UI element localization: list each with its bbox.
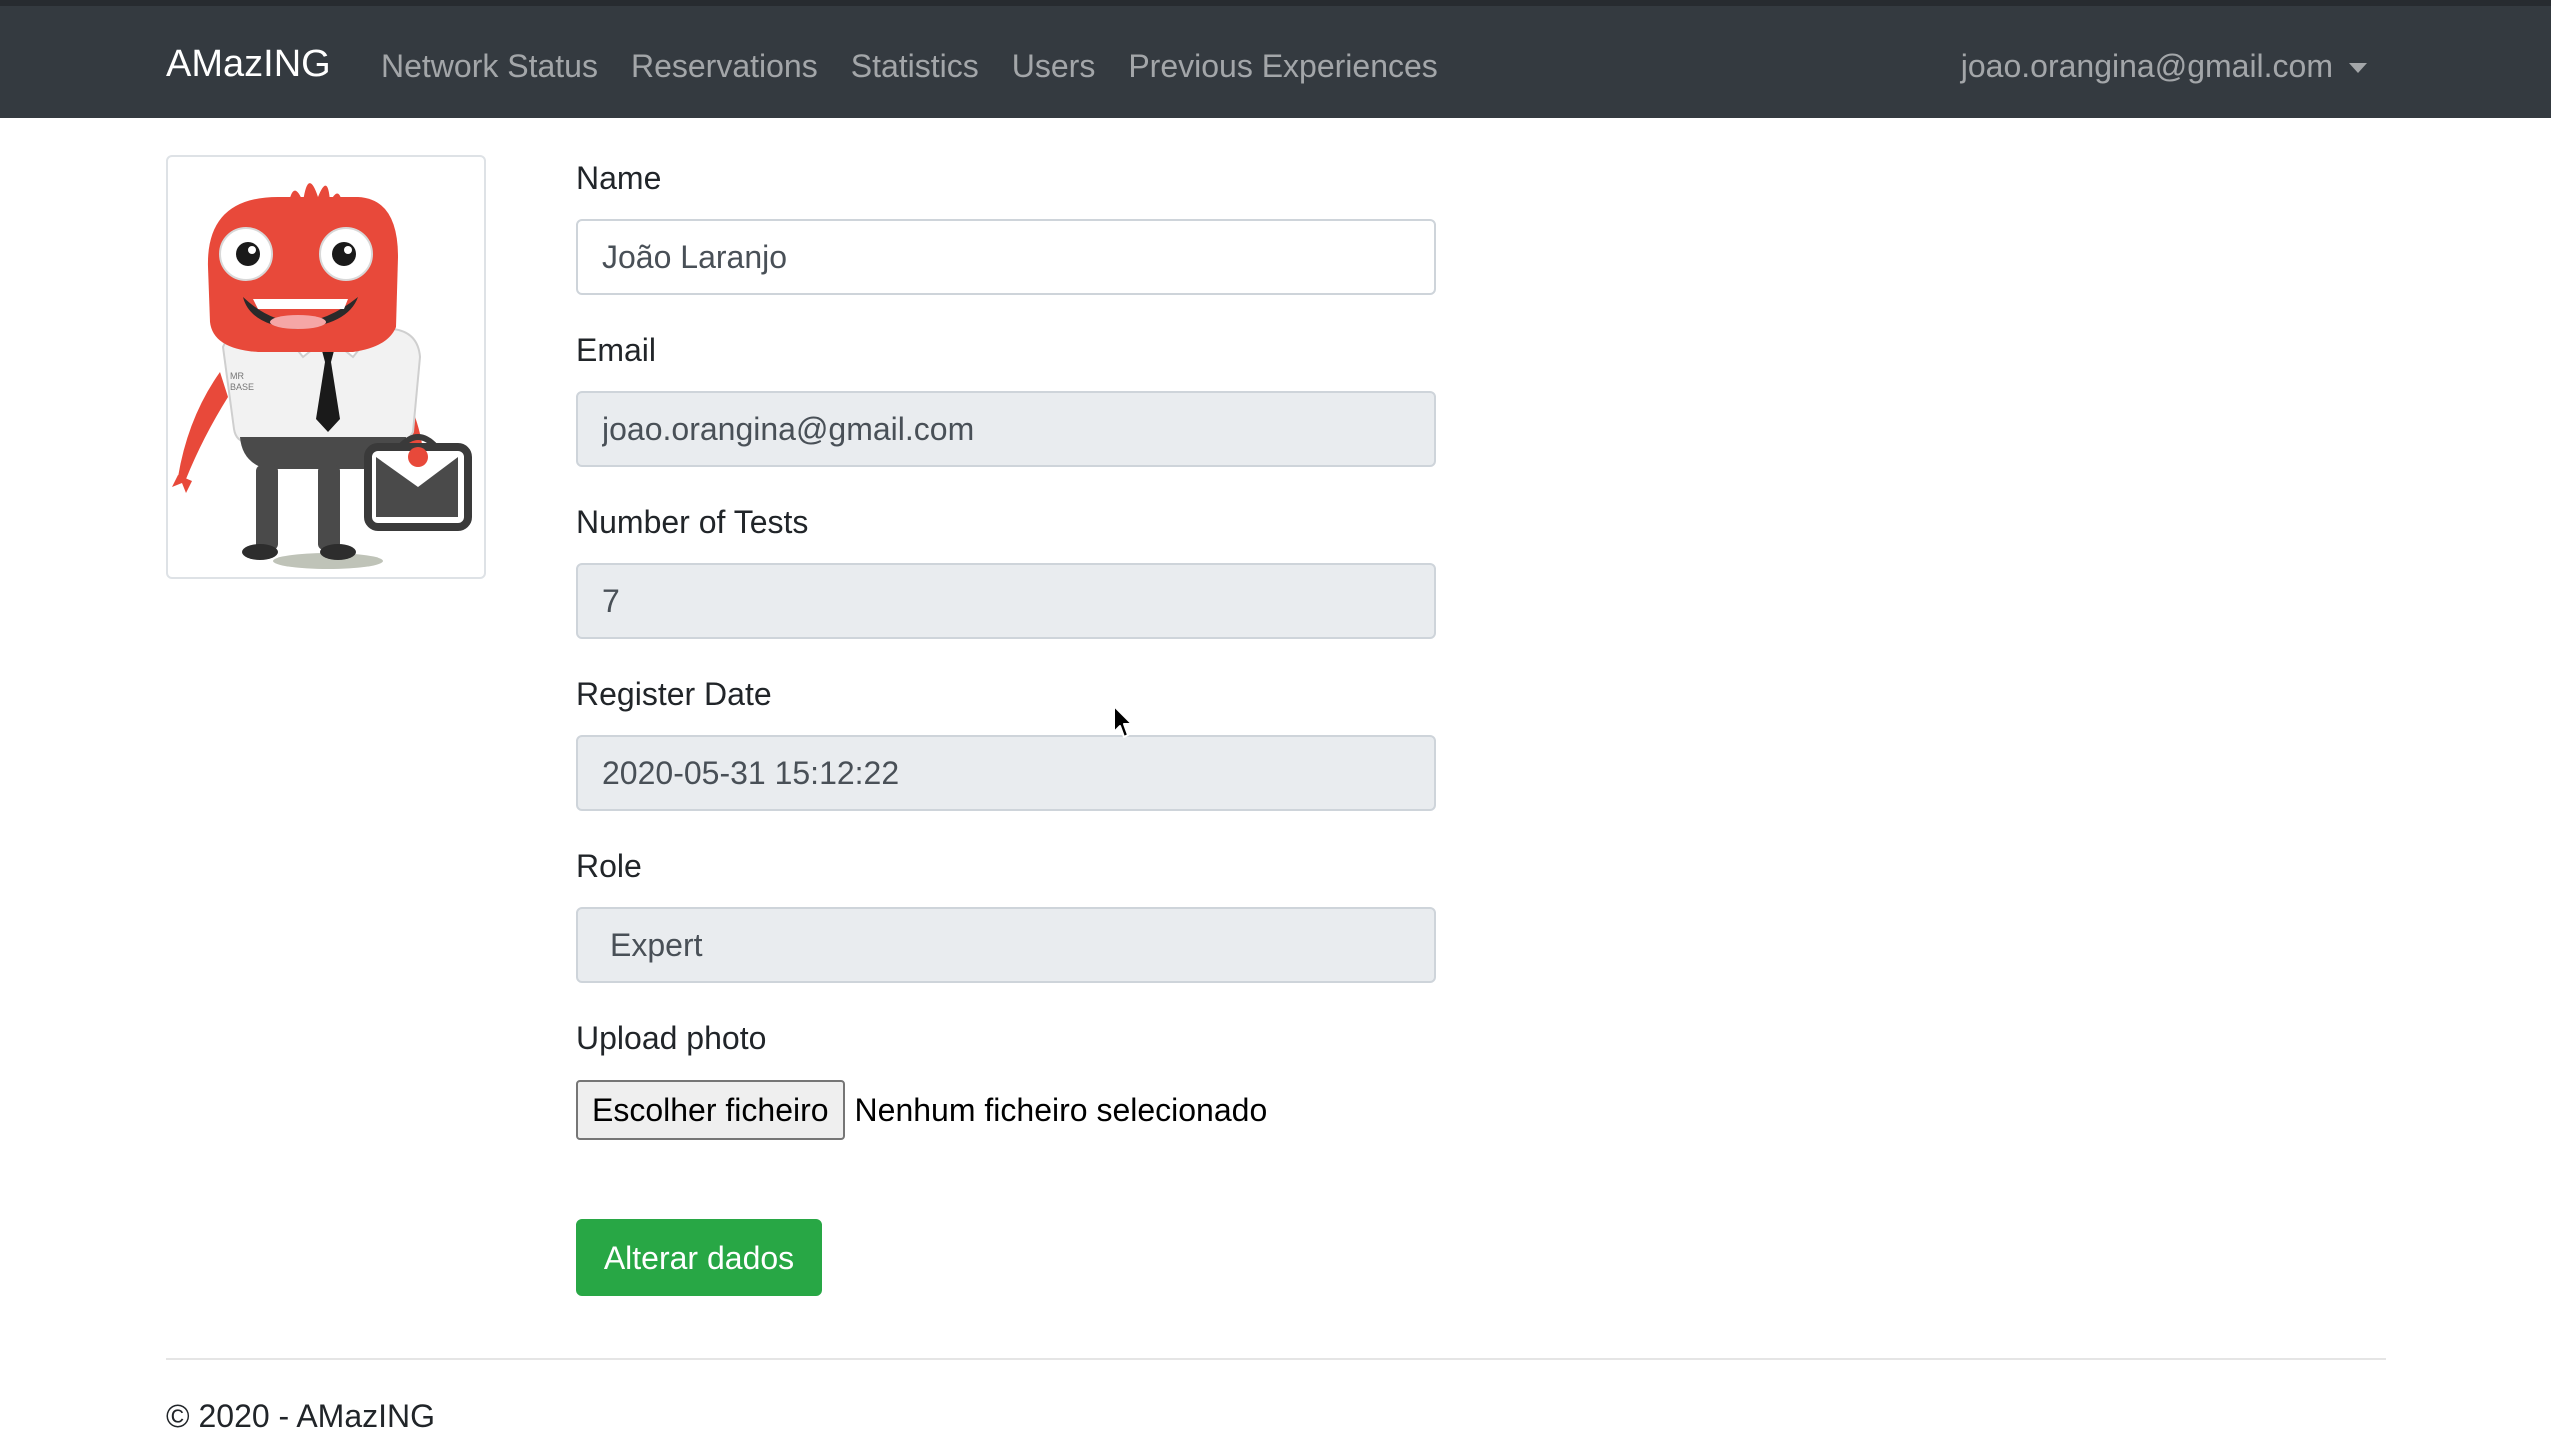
number-of-tests-field[interactable]	[576, 563, 1436, 639]
mouse-pointer-icon	[1113, 705, 1133, 738]
profile-avatar: MR BASE	[166, 155, 486, 579]
register-date-label: Register Date	[576, 676, 772, 712]
role-label: Role	[576, 848, 642, 884]
role-value: Expert	[610, 927, 703, 963]
email-label: Email	[576, 332, 657, 368]
nav-link-statistics[interactable]: Statistics	[851, 44, 979, 88]
svg-text:BASE: BASE	[230, 382, 254, 392]
file-upload-control: Escolher ficheiro Nenhum ficheiro seleci…	[576, 1080, 1267, 1140]
email-field[interactable]	[576, 391, 1436, 467]
submit-changes-button[interactable]: Alterar dados	[576, 1219, 822, 1296]
role-select[interactable]: Expert	[576, 907, 1436, 983]
brand-logo-link[interactable]: AMazING	[166, 42, 331, 86]
choose-file-button[interactable]: Escolher ficheiro	[576, 1080, 845, 1140]
nav-link-previous-experiences[interactable]: Previous Experiences	[1128, 44, 1437, 88]
file-status-text: Nenhum ficheiro selecionado	[854, 1091, 1268, 1128]
svg-text:MR: MR	[230, 371, 244, 381]
nav-link-network-status[interactable]: Network Status	[381, 44, 598, 88]
name-input[interactable]	[576, 219, 1436, 295]
caret-down-icon	[2349, 63, 2367, 73]
footer-copyright: © 2020 - AMazING	[166, 1398, 436, 1434]
register-date-field[interactable]	[576, 735, 1436, 811]
footer-divider	[166, 1358, 2386, 1360]
nav-link-reservations[interactable]: Reservations	[631, 44, 818, 88]
user-email: joao.orangina@gmail.com	[1960, 48, 2333, 84]
monster-mascot-icon: MR BASE	[172, 183, 472, 569]
tests-label: Number of Tests	[576, 504, 809, 540]
upload-photo-label: Upload photo	[576, 1020, 767, 1056]
top-navbar: AMazING Network Status Reservations Stat…	[0, 0, 2551, 118]
user-dropdown-toggle[interactable]: joao.orangina@gmail.com	[1961, 44, 2367, 88]
name-label: Name	[576, 160, 662, 196]
nav-link-users[interactable]: Users	[1012, 44, 1096, 88]
nav-links: Network Status Reservations Statistics U…	[381, 44, 1438, 88]
